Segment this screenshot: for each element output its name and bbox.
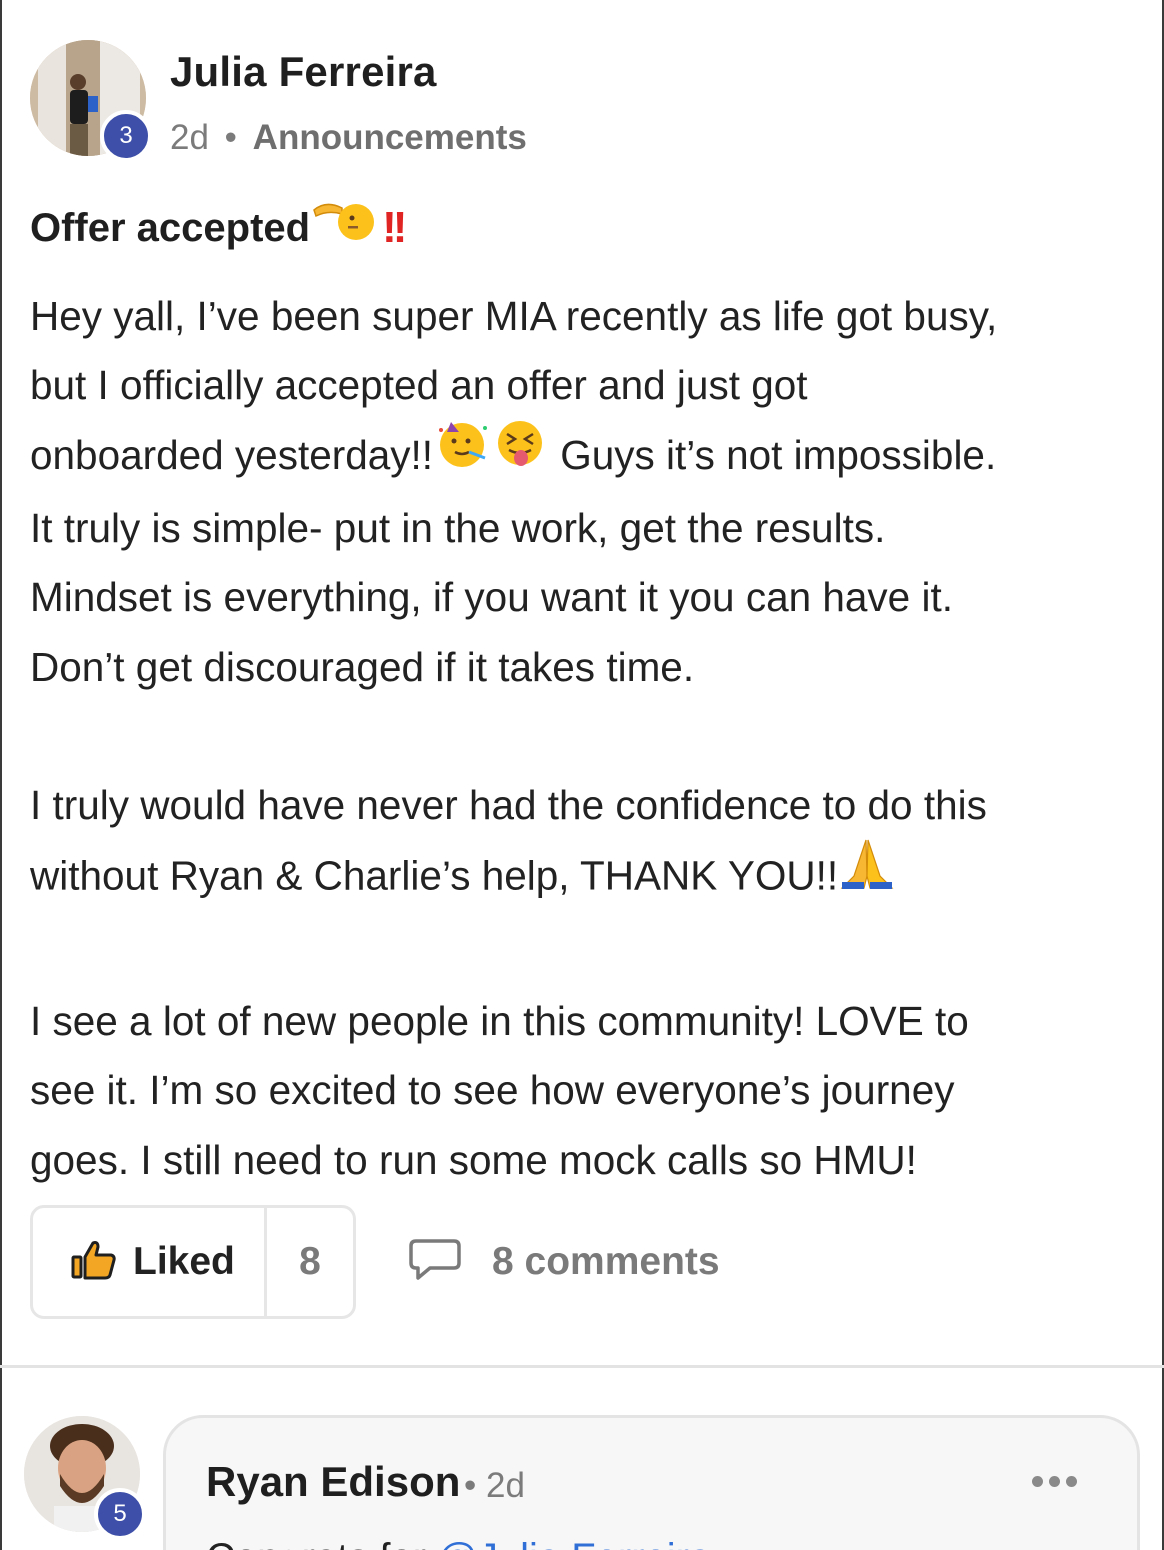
meta-separator: • bbox=[224, 118, 237, 157]
level-badge: 3 bbox=[100, 110, 152, 162]
body-line: goes. I still need to run some mock call… bbox=[30, 1136, 917, 1183]
meta-separator: • bbox=[464, 1466, 477, 1505]
user-mention[interactable]: @Julia Ferreira bbox=[437, 1536, 711, 1550]
comment-time: 2d bbox=[486, 1466, 525, 1505]
commenter-level-badge: 5 bbox=[94, 1488, 146, 1540]
body-line: It truly is simple- put in the work, get… bbox=[30, 504, 886, 551]
body-line-text: Guys it’s not impossible. bbox=[549, 431, 997, 478]
body-line: I see a lot of new people in this commun… bbox=[30, 997, 969, 1044]
comment-meta: • 2d bbox=[464, 1466, 525, 1506]
partying-face-emoji bbox=[433, 418, 491, 489]
body-line-text: onboarded yesterday!! bbox=[30, 431, 434, 478]
comment-card: Ryan Edison • 2d Congrats for @Julia Fer… bbox=[163, 1415, 1140, 1550]
comments-count: 8 comments bbox=[492, 1240, 720, 1283]
like-label: Liked bbox=[133, 1240, 235, 1283]
double-exclamation-emoji: !! bbox=[382, 203, 407, 252]
more-options-icon[interactable] bbox=[1032, 1476, 1077, 1487]
like-control: Liked 8 bbox=[30, 1205, 356, 1319]
comment-text: Congrats for @Julia Ferreira bbox=[206, 1536, 711, 1550]
post-actions: Liked 8 8 comments bbox=[30, 1205, 930, 1319]
squinting-face-with-tongue-emoji bbox=[491, 418, 549, 489]
like-button[interactable]: Liked bbox=[33, 1208, 267, 1316]
post-title-text: Offer accepted bbox=[30, 205, 311, 250]
comment-bubble-icon bbox=[408, 1237, 462, 1288]
backhand-index-pointing-left-emoji bbox=[312, 192, 376, 256]
body-line: onboarded yesterday!! Guys it’s not impo… bbox=[30, 421, 1140, 494]
like-count[interactable]: 8 bbox=[267, 1240, 353, 1284]
post-meta: 2d • Announcements bbox=[170, 118, 527, 158]
commenter-name[interactable]: Ryan Edison bbox=[206, 1458, 460, 1506]
body-line-text: without Ryan & Charlie’s help, THANK YOU… bbox=[30, 852, 839, 899]
body-line: see it. I’m so excited to see how everyo… bbox=[30, 1067, 955, 1114]
thumbs-up-icon bbox=[71, 1239, 117, 1286]
comment-text-start: Congrats for bbox=[206, 1536, 437, 1550]
post-time: 2d bbox=[170, 118, 209, 157]
body-line: without Ryan & Charlie’s help, THANK YOU… bbox=[30, 840, 1140, 917]
body-line: but I officially accepted an offer and j… bbox=[30, 362, 808, 409]
folded-hands-emoji bbox=[838, 836, 896, 913]
body-line: Mindset is everything, if you want it yo… bbox=[30, 574, 953, 621]
author-name[interactable]: Julia Ferreira bbox=[170, 48, 437, 96]
section-divider bbox=[0, 1365, 1164, 1368]
body-line: Don’t get discouraged if it takes time. bbox=[30, 643, 695, 690]
post-category[interactable]: Announcements bbox=[253, 118, 527, 157]
post-header: 3 Julia Ferreira 2d • Announcements bbox=[30, 40, 730, 170]
post-body: Hey yall, I’ve been super MIA recently a… bbox=[30, 282, 1140, 1195]
post-title: Offer accepted !! bbox=[30, 196, 407, 260]
body-line: I truly would have never had the confide… bbox=[30, 782, 987, 829]
body-line: Hey yall, I’ve been super MIA recently a… bbox=[30, 293, 998, 339]
comments-button[interactable]: 8 comments bbox=[408, 1205, 720, 1319]
